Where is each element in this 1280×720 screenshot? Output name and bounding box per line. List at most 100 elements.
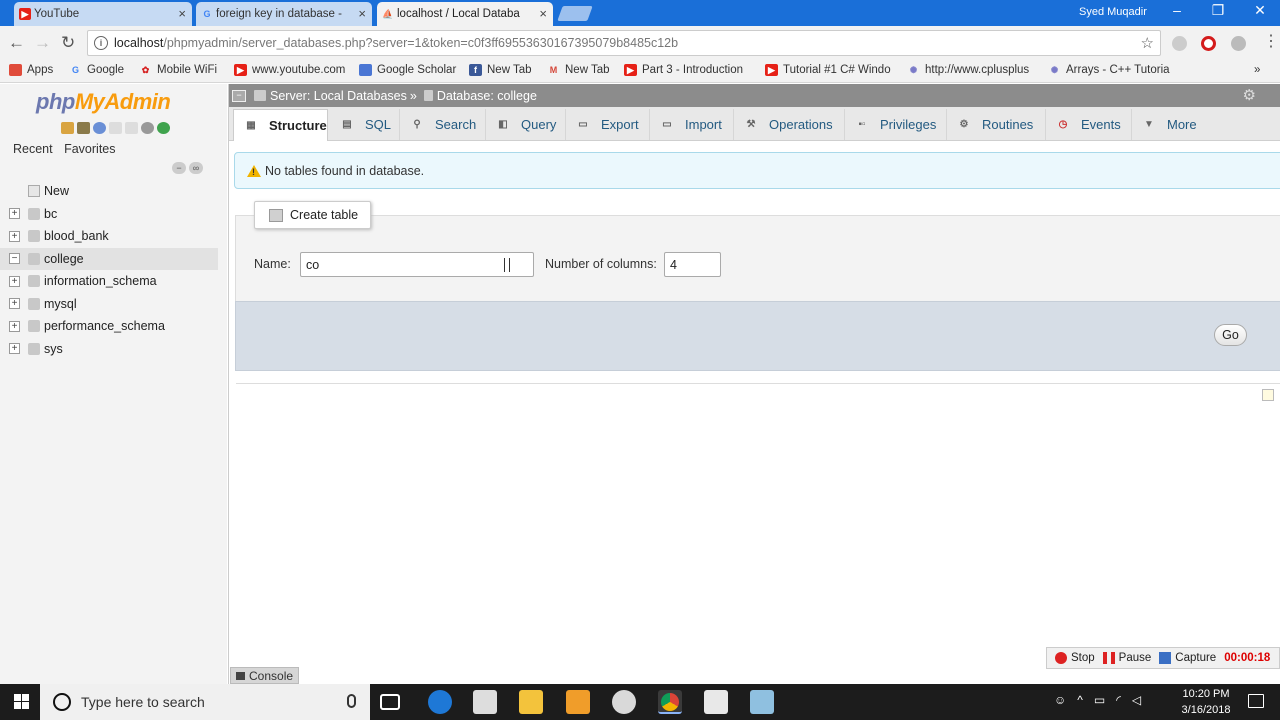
profile-name[interactable]: Syed Muqadir xyxy=(1079,6,1147,18)
collapse-all-icon[interactable]: − xyxy=(172,162,186,174)
microphone-icon[interactable] xyxy=(347,694,356,708)
help-icon[interactable] xyxy=(93,122,106,134)
page-settings-icon[interactable] xyxy=(1262,389,1274,401)
expand-icon[interactable]: + xyxy=(9,275,20,287)
tab-search[interactable]: ⚲ Search xyxy=(400,109,486,140)
menu-icon[interactable]: ⋮ xyxy=(1263,31,1279,51)
taskbar-search[interactable]: Type here to search xyxy=(40,684,370,720)
gear-icon[interactable] xyxy=(141,122,154,134)
close-icon[interactable]: × xyxy=(178,6,186,21)
reload-icon[interactable] xyxy=(157,122,170,134)
tab-more[interactable]: ▼ More xyxy=(1132,109,1207,140)
home-icon[interactable] xyxy=(61,122,74,134)
tree-db-sys[interactable]: + sys xyxy=(0,338,218,361)
restore-icon[interactable]: ❐ xyxy=(1203,2,1233,19)
app-icon[interactable] xyxy=(750,690,774,714)
bookmark-star-icon[interactable]: ☆ xyxy=(1141,34,1154,52)
edge-icon[interactable] xyxy=(428,690,452,714)
tab-events[interactable]: ◷ Events xyxy=(1046,109,1132,140)
opera-icon[interactable] xyxy=(1201,36,1216,51)
tab-export[interactable]: ▭ Export xyxy=(566,109,650,140)
tab-youtube[interactable]: ▶ YouTube × xyxy=(14,2,192,26)
tab-structure[interactable]: ▦ Structure xyxy=(233,109,328,141)
sublime-text-icon[interactable] xyxy=(566,690,590,714)
tab-recent[interactable]: Recent xyxy=(13,142,53,156)
tab-routines[interactable]: ⚙ Routines xyxy=(947,109,1046,140)
close-icon[interactable]: × xyxy=(358,6,366,21)
people-icon[interactable]: ☺ xyxy=(1054,693,1066,707)
tree-db-bc[interactable]: + bc xyxy=(0,203,218,226)
bookmark-new-tab-gmail[interactable]: M New Tab xyxy=(547,64,610,76)
link-icon[interactable]: ∞ xyxy=(189,162,203,174)
tab-query[interactable]: ◧ Query xyxy=(486,109,566,140)
notification-icon[interactable] xyxy=(1248,694,1264,708)
expand-icon[interactable]: + xyxy=(9,230,20,242)
expand-icon[interactable]: + xyxy=(9,208,20,220)
extension-icon[interactable] xyxy=(1231,36,1246,51)
file-explorer-icon[interactable] xyxy=(519,690,543,714)
bookmark-mobile-wifi[interactable]: ✿ Mobile WiFi xyxy=(139,64,217,76)
close-icon[interactable]: × xyxy=(539,6,547,21)
reload-icon[interactable]: ↻ xyxy=(61,33,75,53)
tab-localhost[interactable]: ⛵ localhost / Local Databa × xyxy=(377,2,553,26)
tree-db-information-schema[interactable]: + information_schema xyxy=(0,270,218,293)
wifi-icon[interactable]: ◜ xyxy=(1116,693,1121,707)
extension-icon[interactable] xyxy=(1172,36,1187,51)
bookmark-apps[interactable]: Apps xyxy=(9,64,53,76)
tree-new[interactable]: New xyxy=(0,180,218,203)
console-button[interactable]: Console xyxy=(230,667,300,684)
forward-arrow-icon[interactable]: → xyxy=(34,33,51,53)
docs-icon[interactable] xyxy=(109,122,122,134)
breadcrumb-database[interactable]: Database: college xyxy=(437,89,537,103)
pause-button[interactable]: Pause xyxy=(1102,652,1151,664)
info-icon[interactable]: i xyxy=(94,36,108,50)
collapse-nav-icon[interactable]: − xyxy=(232,89,246,102)
volume-icon[interactable]: ◁ xyxy=(1132,693,1141,707)
tab-privileges[interactable]: ▪▫ Privileges xyxy=(845,109,947,140)
expand-icon[interactable]: + xyxy=(9,343,20,355)
bookmark-arrays[interactable]: ✺ Arrays - C++ Tutoria xyxy=(1048,64,1170,76)
clock[interactable]: 10:20 PM 3/16/2018 xyxy=(1177,686,1235,718)
bookmark-google-scholar[interactable]: Google Scholar xyxy=(359,64,456,76)
gear-icon[interactable]: ⚙ xyxy=(1243,86,1256,104)
bookmark-google[interactable]: G Google xyxy=(69,64,124,76)
bookmark-tutorial1[interactable]: ▶ Tutorial #1 C# Windo xyxy=(765,64,891,76)
task-view-icon[interactable] xyxy=(380,694,400,710)
tab-foreign-key[interactable]: G foreign key in database - × xyxy=(196,2,372,26)
docs-icon[interactable] xyxy=(125,122,138,134)
more-bookmarks-icon[interactable]: » xyxy=(1254,64,1260,76)
table-name-input[interactable]: co xyxy=(300,252,534,277)
bookmark-youtube[interactable]: ▶ www.youtube.com xyxy=(234,64,345,76)
window-close-icon[interactable]: ✕ xyxy=(1245,2,1275,19)
tab-operations[interactable]: ⚒ Operations xyxy=(734,109,845,140)
capture-button[interactable]: Capture xyxy=(1159,652,1216,664)
minimize-icon[interactable]: – xyxy=(1162,2,1192,18)
breadcrumb-server[interactable]: Server: Local Databases xyxy=(270,89,407,103)
new-tab-button[interactable] xyxy=(557,6,593,21)
columns-input[interactable]: 4 xyxy=(664,252,721,277)
tab-favorites[interactable]: Favorites xyxy=(64,142,115,156)
bookmark-part3[interactable]: ▶ Part 3 - Introduction xyxy=(624,64,743,76)
tab-import[interactable]: ▭ Import xyxy=(650,109,734,140)
expand-icon[interactable]: + xyxy=(9,320,20,332)
expand-icon[interactable]: + xyxy=(9,298,20,310)
store-icon[interactable] xyxy=(473,690,497,714)
tree-db-mysql[interactable]: + mysql xyxy=(0,293,218,316)
go-button[interactable]: Go xyxy=(1214,324,1247,346)
back-arrow-icon[interactable]: ← xyxy=(8,33,25,53)
tree-db-college[interactable]: − college xyxy=(0,247,218,270)
app-icon[interactable] xyxy=(612,690,636,714)
logout-icon[interactable] xyxy=(77,122,90,134)
tree-db-blood-bank[interactable]: + blood_bank xyxy=(0,225,218,248)
phpmyadmin-logo[interactable]: phpMyAdmin xyxy=(36,89,171,115)
bookmark-new-tab-facebook[interactable]: f New Tab xyxy=(469,64,532,76)
collapse-icon[interactable]: − xyxy=(9,253,20,265)
tab-sql[interactable]: ▤ SQL xyxy=(330,109,400,140)
battery-icon[interactable]: ▭ xyxy=(1094,693,1105,707)
chevron-up-icon[interactable]: ^ xyxy=(1077,693,1083,707)
stop-button[interactable]: Stop xyxy=(1055,652,1095,664)
bookmark-cplusplus[interactable]: ✺ http://www.cplusplus xyxy=(907,64,1029,76)
tree-db-performance-schema[interactable]: + performance_schema xyxy=(0,315,218,338)
app-icon[interactable] xyxy=(704,690,728,714)
chrome-icon[interactable] xyxy=(658,690,682,714)
